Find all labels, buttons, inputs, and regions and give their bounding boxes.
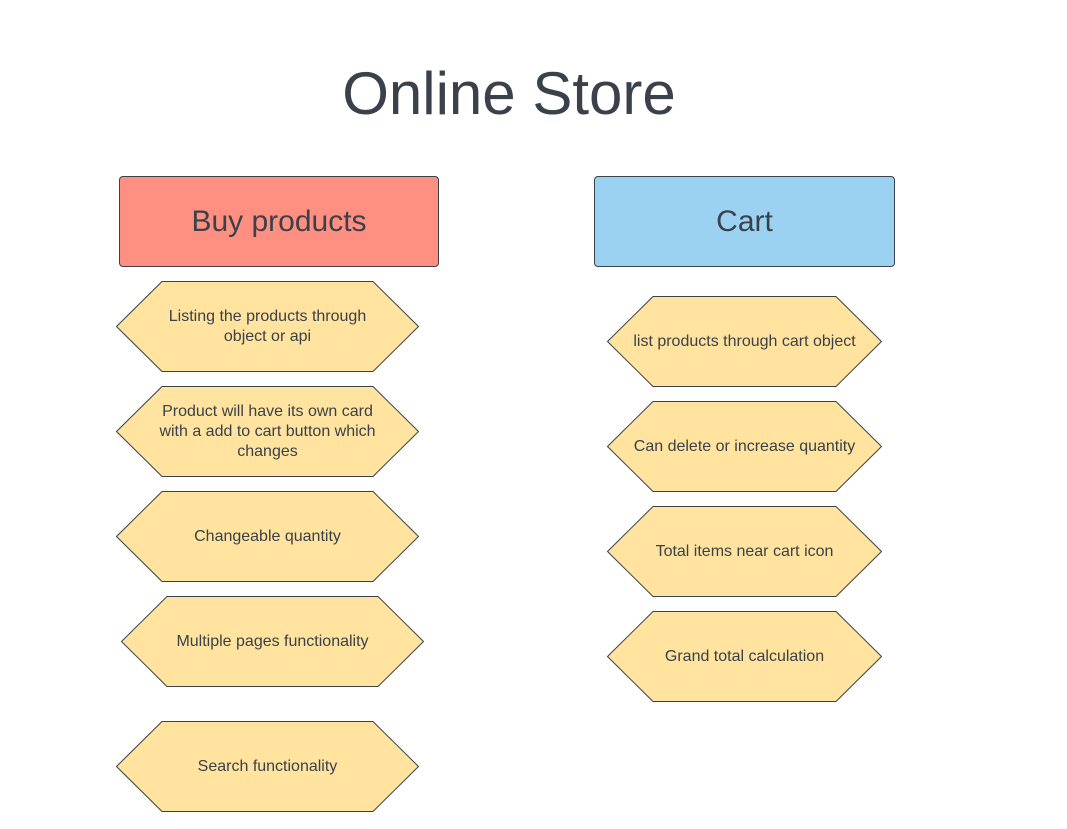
cart-header-label: Cart [716, 204, 773, 238]
cart-step-grand-total: Grand total calculation [607, 611, 882, 702]
cart-header: Cart [594, 176, 895, 267]
diagram-title: Online Store [342, 60, 676, 127]
cart-step-list-products: list products through cart object [607, 296, 882, 387]
hex-label: Grand total calculation [664, 647, 825, 665]
buy-products-header: Buy products [119, 176, 439, 267]
hex-label: Product will have its own card with a ad… [159, 402, 376, 460]
buy-step-product-card: Product will have its own card with a ad… [116, 386, 419, 477]
buy-step-listing-products: Listing the products through object or a… [116, 281, 419, 372]
buy-step-multiple-pages: Multiple pages functionality [121, 596, 424, 687]
hex-label: Can delete or increase quantity [633, 437, 856, 455]
hex-label: Total items near cart icon [655, 542, 834, 560]
cart-step-delete-increase: Can delete or increase quantity [607, 401, 882, 492]
buy-step-changeable-quantity: Changeable quantity [116, 491, 419, 582]
hex-label: Multiple pages functionality [176, 632, 369, 650]
hex-label: Changeable quantity [194, 527, 341, 545]
hex-label: Listing the products through object or a… [168, 307, 367, 345]
buy-products-header-label: Buy products [191, 204, 367, 238]
buy-step-search: Search functionality [116, 721, 419, 812]
hex-label: Search functionality [197, 757, 338, 775]
hex-label: list products through cart object [633, 332, 856, 350]
cart-step-total-items: Total items near cart icon [607, 506, 882, 597]
